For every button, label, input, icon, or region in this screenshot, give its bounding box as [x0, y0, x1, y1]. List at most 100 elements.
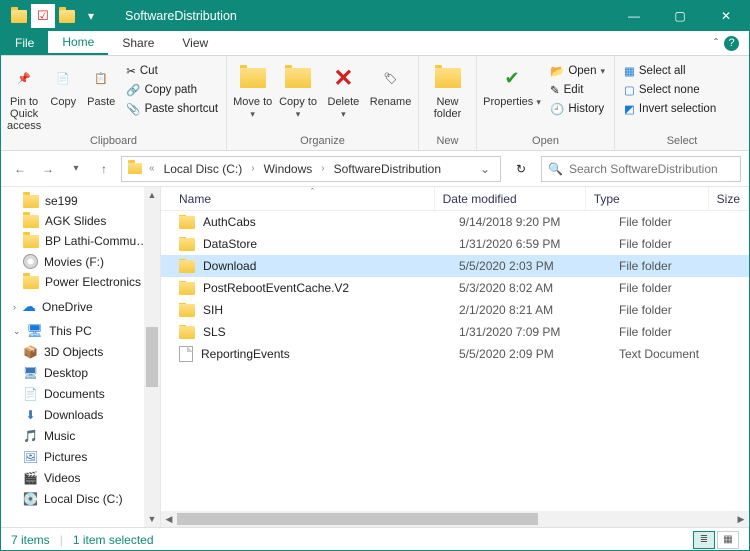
address-bar[interactable]: « Local Disc (C:) › Windows › SoftwareDi… [121, 156, 501, 182]
open-button[interactable]: 📂Open ▾ [547, 62, 608, 80]
scroll-left-icon[interactable]: ◀ [161, 514, 177, 525]
horizontal-scrollbar[interactable]: ◀ ▶ [161, 511, 749, 527]
scroll-down-icon[interactable]: ▼ [144, 511, 160, 527]
nav-scrollbar[interactable]: ▲ ▼ [144, 187, 160, 527]
column-type[interactable]: Type [586, 187, 709, 210]
thispc-item[interactable]: 📄 Documents [1, 383, 160, 404]
thispc-node[interactable]: ⌄ 🖥 This PC [1, 317, 160, 341]
cut-button[interactable]: ✂Cut [123, 62, 221, 80]
tab-home[interactable]: Home [48, 31, 108, 55]
file-icon [179, 346, 193, 362]
quickaccess-item[interactable]: AGK Slides [1, 211, 160, 231]
nav-item-label: Documents [44, 387, 105, 401]
quickaccess-item[interactable]: Movies (F:) [1, 251, 160, 272]
thispc-item[interactable]: ⬇Downloads [1, 404, 160, 425]
table-row[interactable]: SIH2/1/2020 8:21 AMFile folder [161, 299, 749, 321]
quickaccess-item[interactable]: Power Electronics [1, 272, 160, 292]
quickaccess-item[interactable]: BP Lathi-Commu… [1, 231, 160, 251]
table-row[interactable]: Download5/5/2020 2:03 PMFile folder [161, 255, 749, 277]
copy-button[interactable]: 📄 Copy [47, 60, 79, 108]
address-history-dropdown[interactable]: ⌄ [476, 162, 494, 176]
column-size[interactable]: Size [709, 187, 749, 210]
file-name: PostRebootEventCache.V2 [203, 281, 349, 295]
table-row[interactable]: PostRebootEventCache.V25/3/2020 8:02 AMF… [161, 277, 749, 299]
table-row[interactable]: SLS1/31/2020 7:09 PMFile folder [161, 321, 749, 343]
folder-icon [179, 238, 195, 251]
thispc-item[interactable]: 🎵Music [1, 425, 160, 446]
selectall-button[interactable]: ▦Select all [621, 62, 719, 80]
divider: | [60, 533, 63, 547]
thispc-item[interactable]: 🖼Pictures [1, 446, 160, 467]
scroll-right-icon[interactable]: ▶ [733, 514, 749, 525]
thumbnails-view-button[interactable]: ▦ [717, 531, 739, 549]
navigation-pane[interactable]: se199📌AGK SlidesBP Lathi-Commu…Movies (F… [1, 187, 161, 527]
chevron-down-icon[interactable]: ⌄ [13, 326, 21, 337]
pin-quickaccess-button[interactable]: 📌 Pin to Quick access [7, 60, 41, 132]
file-name: AuthCabs [203, 215, 256, 229]
thispc-item[interactable]: 📦3D Objects [1, 341, 160, 362]
chevron-right-icon[interactable]: › [318, 163, 327, 174]
breadcrumb[interactable]: SoftwareDistribution [332, 162, 443, 176]
tab-share[interactable]: Share [108, 31, 168, 55]
search-input[interactable] [569, 162, 734, 176]
qat-folder-icon[interactable] [7, 4, 31, 28]
chevron-right-icon[interactable]: › [248, 163, 257, 174]
column-date[interactable]: Date modified [435, 187, 586, 210]
edit-button[interactable]: ✎Edit [547, 81, 608, 99]
table-row[interactable]: DataStore1/31/2020 6:59 PMFile folder [161, 233, 749, 255]
device-icon: 📄 [23, 386, 38, 401]
folder-icon [23, 235, 39, 248]
column-name[interactable]: Name [161, 187, 435, 210]
copyto-button[interactable]: Copy to ▾ [278, 60, 317, 120]
close-button[interactable]: ✕ [703, 1, 749, 31]
help-icon[interactable]: ? [724, 36, 739, 51]
maximize-button[interactable]: ▢ [657, 1, 703, 31]
file-date: 1/31/2020 6:59 PM [451, 237, 611, 251]
breadcrumb[interactable]: Windows [262, 162, 315, 176]
forward-button[interactable]: → [37, 158, 59, 180]
thispc-item[interactable]: 💽Local Disc (C:) [1, 488, 160, 509]
pasteshortcut-button[interactable]: 📎Paste shortcut [123, 100, 221, 118]
recent-dropdown[interactable]: ▾ [65, 158, 87, 180]
ribbon-tabs: File Home Share View ˆ ? [1, 31, 749, 56]
collapse-ribbon-icon[interactable]: ˆ [714, 36, 718, 50]
minimize-button[interactable]: — [611, 1, 657, 31]
moveto-button[interactable]: Move to ▾ [233, 60, 272, 120]
qat-dropdown-icon[interactable]: ▾ [79, 4, 103, 28]
delete-button[interactable]: ✕ Delete ▾ [324, 60, 363, 120]
file-rows[interactable]: AuthCabs9/14/2018 9:20 PMFile folderData… [161, 211, 749, 511]
selectnone-icon: ▢ [624, 83, 635, 97]
refresh-button[interactable]: ↻ [507, 156, 535, 182]
properties-button[interactable]: ✔ Properties ▾ [483, 60, 541, 108]
copypath-button[interactable]: 🔗Copy path [123, 81, 221, 99]
table-row[interactable]: ReportingEvents5/5/2020 2:09 PMText Docu… [161, 343, 749, 365]
selectnone-button[interactable]: ▢Select none [621, 81, 719, 99]
details-view-button[interactable]: ≣ [693, 531, 715, 549]
file-menu[interactable]: File [1, 31, 48, 55]
rename-button[interactable]: 🏷 Rename [369, 60, 412, 108]
qat-properties-icon[interactable]: ☑ [31, 4, 55, 28]
up-button[interactable]: ↑ [93, 158, 115, 180]
scroll-thumb[interactable] [177, 513, 538, 525]
chevron-right-icon[interactable]: « [146, 163, 158, 174]
invertselection-button[interactable]: ◩Invert selection [621, 100, 719, 118]
scroll-up-icon[interactable]: ▲ [144, 187, 160, 203]
device-icon: 📦 [23, 344, 38, 359]
newfolder-button[interactable]: New folder [425, 60, 470, 120]
scroll-thumb[interactable] [146, 327, 158, 387]
quickaccess-item[interactable]: se199📌 [1, 191, 160, 211]
tab-view[interactable]: View [168, 31, 222, 55]
breadcrumb[interactable]: Local Disc (C:) [162, 162, 245, 176]
history-button[interactable]: 🕘History [547, 100, 608, 118]
chevron-right-icon[interactable]: › [13, 302, 16, 312]
thispc-item[interactable]: 🎬Videos [1, 467, 160, 488]
paste-button[interactable]: 📋 Paste [85, 60, 117, 108]
file-date: 9/14/2018 9:20 PM [451, 215, 611, 229]
qat-newfolder-icon[interactable] [55, 4, 79, 28]
search-box[interactable]: 🔍 [541, 156, 741, 182]
nav-item-label: Power Electronics [45, 275, 141, 289]
onedrive-node[interactable]: › ☁ OneDrive [1, 292, 160, 317]
thispc-item[interactable]: 🖥Desktop [1, 362, 160, 383]
back-button[interactable]: ← [9, 158, 31, 180]
table-row[interactable]: AuthCabs9/14/2018 9:20 PMFile folder [161, 211, 749, 233]
